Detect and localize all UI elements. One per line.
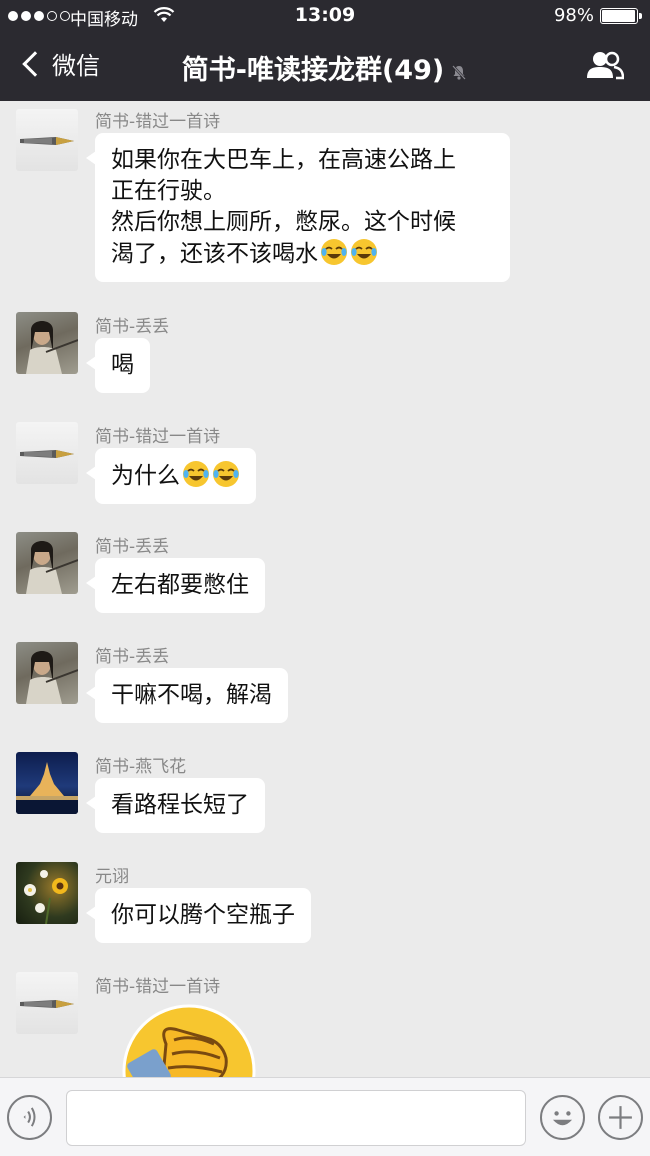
page-title: 简书-唯读接龙群(49) <box>0 48 650 87</box>
sender-name: 简书-错过一首诗 <box>95 112 221 132</box>
message-bubble[interactable]: 看路程长短了 <box>86 778 265 833</box>
sender-name: 元诩 <box>95 867 129 887</box>
input-bar <box>0 1077 650 1156</box>
pen-avatar[interactable] <box>16 422 78 484</box>
pen-avatar[interactable] <box>16 972 78 1034</box>
clock: 13:09 <box>294 4 356 26</box>
message-line: 正在行驶。 <box>111 178 226 204</box>
message-bubble[interactable]: 为什么 <box>86 448 256 504</box>
message-line: 为什么 <box>111 463 180 489</box>
sender-name: 简书-丢丢 <box>95 317 170 337</box>
message-line: 然后你想上厕所，憋尿。这个时候 <box>111 209 456 235</box>
message-line: 你可以腾个空瓶子 <box>111 902 295 928</box>
message-input[interactable] <box>66 1090 526 1146</box>
facepalm-sticker[interactable] <box>122 1004 256 1077</box>
message-bubble[interactable]: 你可以腾个空瓶子 <box>86 888 311 943</box>
flower-avatar[interactable] <box>16 862 78 924</box>
sender-name: 简书-丢丢 <box>95 537 170 557</box>
message-line: 干嘛不喝，解渴 <box>111 682 272 708</box>
man-avatar[interactable] <box>16 642 78 704</box>
status-bar: 中国移动 13:09 98% <box>0 0 650 32</box>
pen-avatar[interactable] <box>16 109 78 171</box>
message-bubble[interactable]: 左右都要憋住 <box>86 558 265 613</box>
voice-icon[interactable] <box>7 1095 52 1140</box>
chat-title: 简书-唯读接龙群(49) <box>181 55 445 86</box>
man-avatar[interactable] <box>16 532 78 594</box>
top-header: 中国移动 13:09 98% 微信 简书-唯读接龙群(49) <box>0 0 650 101</box>
laugh-cry-emoji-icon <box>183 461 209 487</box>
message-list[interactable]: 简书-错过一首诗 如果你在大巴车上，在高速公路上 正在行驶。 然后你想上厕所，憋… <box>0 101 650 1077</box>
laugh-cry-emoji-icon <box>351 239 377 265</box>
message-bubble[interactable]: 喝 <box>86 338 150 393</box>
sender-name: 简书-丢丢 <box>95 647 170 667</box>
laugh-cry-emoji-icon <box>321 239 347 265</box>
battery-icon <box>600 8 642 24</box>
laugh-cry-emoji-icon <box>213 461 239 487</box>
group-members-icon[interactable] <box>586 50 624 80</box>
mute-bell-icon <box>452 65 467 80</box>
message-line: 渴了，还该不该喝水 <box>111 241 318 267</box>
message-bubble[interactable]: 干嘛不喝，解渴 <box>86 668 288 723</box>
battery-fill <box>602 10 636 22</box>
message-line: 如果你在大巴车上，在高速公路上 <box>111 147 456 173</box>
message-line: 看路程长短了 <box>111 792 249 818</box>
sender-name: 简书-错过一首诗 <box>95 977 221 997</box>
message-line: 左右都要憋住 <box>111 572 249 598</box>
sender-name: 简书-错过一首诗 <box>95 427 221 447</box>
message-line: 喝 <box>111 352 134 378</box>
plus-icon[interactable] <box>598 1095 643 1140</box>
castle-avatar[interactable] <box>16 752 78 814</box>
sender-name: 简书-燕飞花 <box>95 757 187 777</box>
navigation-bar: 微信 简书-唯读接龙群(49) <box>0 32 650 101</box>
battery-percent: 98% <box>553 5 594 26</box>
message-bubble[interactable]: 如果你在大巴车上，在高速公路上 正在行驶。 然后你想上厕所，憋尿。这个时候 渴了… <box>86 133 510 282</box>
man-avatar[interactable] <box>16 312 78 374</box>
emoji-icon[interactable] <box>540 1095 585 1140</box>
